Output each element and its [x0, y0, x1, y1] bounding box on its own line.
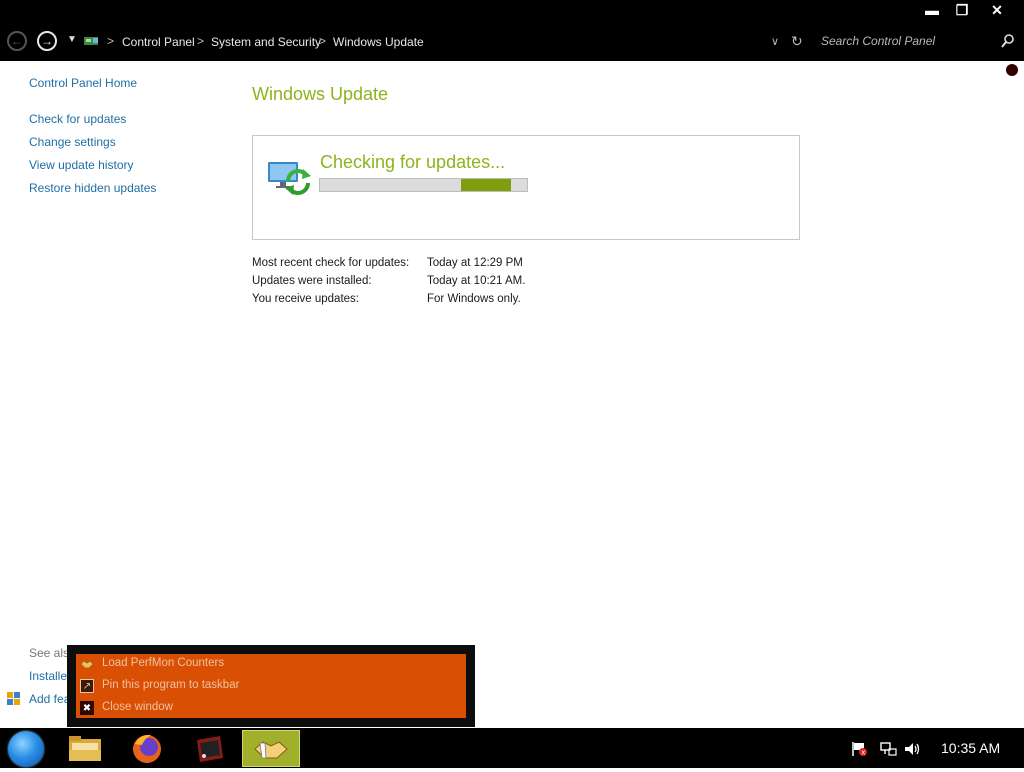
- breadcrumb-system-security[interactable]: System and Security: [211, 35, 321, 49]
- start-button[interactable]: [8, 731, 44, 767]
- jump-list-item-label: Load PerfMon Counters: [102, 657, 225, 669]
- change-settings-link[interactable]: Change settings: [29, 135, 116, 149]
- pin-icon: ↗: [80, 679, 94, 693]
- control-panel-home-link[interactable]: Control Panel Home: [29, 76, 137, 90]
- close-icon: ✖: [80, 701, 94, 715]
- breadcrumb-separator: >: [319, 34, 327, 48]
- folder-icon: [69, 736, 101, 761]
- jump-list-menu: Load PerfMon Counters ↗ Pin this program…: [76, 654, 466, 718]
- refresh-icon[interactable]: ↻: [791, 33, 803, 50]
- maximize-icon: ❐: [955, 1, 969, 18]
- network-icon[interactable]: [879, 741, 897, 757]
- handshake-icon: [254, 741, 288, 759]
- address-dropdown-chevron-icon[interactable]: ∨: [771, 35, 779, 48]
- handshake-icon: [80, 657, 94, 671]
- taskbar-firefox[interactable]: [118, 730, 176, 767]
- back-button[interactable]: ←: [7, 31, 27, 51]
- breadcrumb-windows-update[interactable]: Windows Update: [333, 35, 424, 49]
- control-panel-icon: [84, 37, 98, 45]
- page-title: Windows Update: [252, 84, 389, 104]
- receive-updates-label: You receive updates:: [252, 293, 359, 305]
- last-check-value: Today at 12:29 PM: [427, 257, 523, 269]
- taskbar-media-app[interactable]: [180, 730, 238, 767]
- action-center-flag-icon[interactable]: x: [850, 741, 868, 757]
- taskbar-jump-list: Load PerfMon Counters ↗ Pin this program…: [67, 645, 475, 727]
- status-heading: Checking for updates...: [320, 152, 506, 172]
- forward-button[interactable]: →: [37, 31, 57, 51]
- taskbar-clock[interactable]: 10:35 AM: [941, 740, 1000, 756]
- minimize-button[interactable]: ▬: [917, 0, 947, 20]
- help-icon[interactable]: [1006, 64, 1018, 76]
- update-progress-bar: [319, 178, 528, 192]
- back-arrow-icon: ←: [11, 34, 23, 48]
- taskbar-file-explorer[interactable]: [56, 730, 114, 767]
- last-install-value: Today at 10:21 AM.: [427, 275, 526, 287]
- close-button[interactable]: ✕: [982, 0, 1012, 20]
- svg-text:x: x: [861, 749, 865, 757]
- windows-features-icon: [7, 692, 20, 705]
- jump-list-item-label: Pin this program to taskbar: [102, 679, 240, 691]
- jump-list-item-label: Close window: [102, 701, 173, 713]
- receive-updates-value: For Windows only.: [427, 293, 521, 305]
- pin-to-taskbar-item[interactable]: ↗ Pin this program to taskbar: [76, 676, 466, 697]
- windows-update-icon: [268, 162, 311, 195]
- breadcrumb-separator: >: [107, 34, 115, 48]
- search-icon[interactable]: [1000, 33, 1016, 49]
- breadcrumb-separator: >: [197, 34, 205, 48]
- title-bar: ▬ ❐ ✕: [0, 0, 1024, 22]
- progress-marquee-chunk: [461, 179, 511, 191]
- last-install-label: Updates were installed:: [252, 275, 372, 287]
- restore-hidden-updates-link[interactable]: Restore hidden updates: [29, 181, 156, 195]
- close-window-item[interactable]: ✖ Close window: [76, 698, 466, 719]
- search-input[interactable]: [817, 29, 1005, 53]
- forward-arrow-icon: →: [41, 34, 53, 48]
- view-update-history-link[interactable]: View update history: [29, 158, 134, 172]
- minimize-icon: ▬: [925, 2, 939, 18]
- update-status-panel: Checking for updates...: [252, 135, 800, 240]
- firefox-icon: [133, 734, 161, 763]
- media-icon: [197, 736, 223, 762]
- last-check-label: Most recent check for updates:: [252, 257, 410, 269]
- volume-icon[interactable]: [903, 741, 921, 757]
- close-icon: ✕: [991, 1, 1003, 18]
- check-for-updates-link[interactable]: Check for updates: [29, 112, 126, 126]
- load-perfmon-counters-item[interactable]: Load PerfMon Counters: [76, 654, 466, 675]
- recent-locations-dropdown[interactable]: ▼: [67, 34, 77, 45]
- breadcrumb-control-panel[interactable]: Control Panel: [122, 35, 195, 49]
- maximize-button[interactable]: ❐: [947, 0, 977, 20]
- taskbar-control-panel[interactable]: [242, 730, 300, 767]
